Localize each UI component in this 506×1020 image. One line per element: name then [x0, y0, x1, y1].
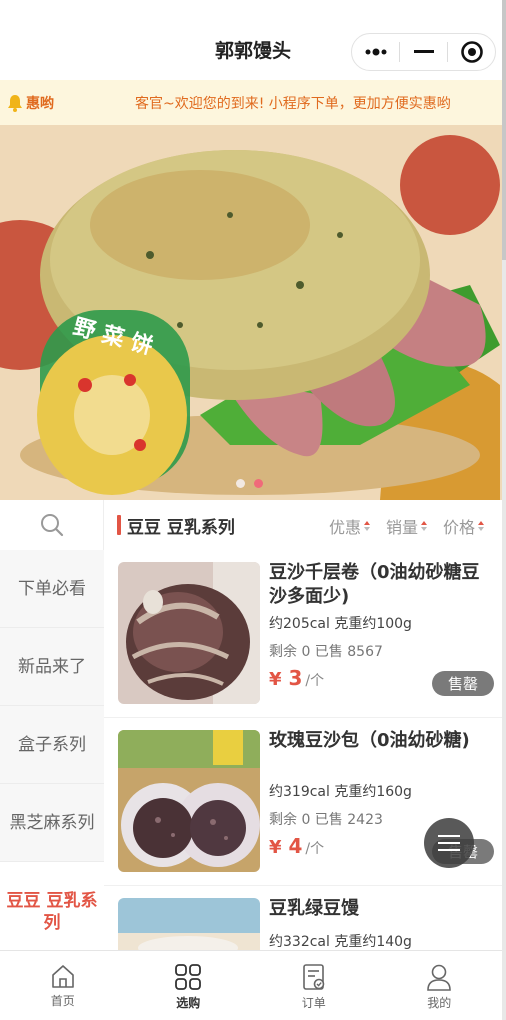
sort-arrows-icon: [363, 521, 370, 531]
price-unit: /个: [305, 673, 325, 689]
sort-options: 优惠 销量 价格: [329, 514, 484, 538]
search-icon: [40, 514, 63, 537]
sort-sales-label: 销量: [385, 518, 418, 537]
carousel-dot-active[interactable]: [254, 479, 263, 488]
product-desc: 约332cal 克重约140g: [269, 934, 412, 950]
product-desc: 约205cal 克重约100g: [269, 616, 412, 632]
sort-discount[interactable]: 优惠: [329, 514, 370, 538]
sort-price-label: 价格: [442, 518, 475, 537]
sort-sales[interactable]: 销量: [386, 514, 427, 538]
product-image: [118, 730, 260, 872]
tab-label: 选购: [176, 996, 201, 1010]
product-desc: 约319cal 克重约160g: [269, 784, 412, 800]
grid-icon: [175, 964, 202, 990]
product-image: [118, 898, 260, 950]
tab-home[interactable]: 首页: [0, 951, 126, 1020]
tab-label: 订单: [301, 996, 326, 1010]
miniprogram-capsule: [351, 33, 496, 71]
tab-label: 首页: [50, 994, 75, 1008]
sidebar-item-bean-soymilk[interactable]: 豆豆 豆乳系列: [0, 862, 104, 952]
notice-label: 惠哟: [26, 95, 54, 112]
tab-orders[interactable]: 订单: [251, 951, 377, 1020]
carousel-dots: [236, 479, 263, 488]
price-currency: ¥: [269, 669, 282, 690]
sort-discount-label: 优惠: [328, 518, 361, 537]
price-value: 3: [288, 666, 303, 690]
more-dots-icon: [365, 48, 386, 56]
sort-price[interactable]: 价格: [443, 514, 484, 538]
sidebar-item-black-sesame[interactable]: 黑芝麻系列: [0, 784, 104, 862]
bell-icon: [8, 94, 22, 112]
product-price: ¥ 4/个: [269, 834, 324, 858]
sidebar-item-order-notice[interactable]: 下单必看: [0, 550, 104, 628]
notice-bar[interactable]: 惠哟 客官~欢迎您的到来! 小程序下单，更加方便实惠哟: [0, 80, 502, 125]
product-image: [118, 562, 260, 704]
sidebar-item-box[interactable]: 盒子系列: [0, 706, 104, 784]
product-name: 玫瑰豆沙包（0油幼砂糖): [269, 730, 470, 751]
category-accent-bar: [117, 515, 121, 535]
banner-carousel[interactable]: 野 菜 饼: [0, 125, 502, 500]
product-stock: 剩余 0 已售 2423: [269, 812, 383, 828]
category-header: 豆豆 豆乳系列 优惠 销量 价格: [104, 500, 502, 550]
scrollbar-thumb[interactable]: [502, 0, 506, 260]
category-sidebar: 下单必看 新品来了 盒子系列 黑芝麻系列 豆豆 豆乳系列: [0, 500, 104, 952]
minimize-icon: [413, 50, 434, 53]
product-stock: 剩余 0 已售 8567: [269, 644, 383, 660]
tab-label: 我的: [427, 996, 452, 1010]
price-value: 4: [288, 834, 303, 858]
product-name: 豆乳绿豆馒: [269, 898, 359, 919]
menu-icon: [438, 835, 460, 851]
close-miniprogram-button[interactable]: [448, 33, 495, 71]
product-card[interactable]: 豆沙千层卷（0油幼砂糖豆沙多面少) 约205cal 克重约100g 剩余 0 已…: [104, 550, 502, 718]
price-unit: /个: [305, 841, 325, 857]
target-close-icon: [460, 41, 483, 63]
more-button[interactable]: [352, 33, 399, 71]
tab-shop[interactable]: 选购: [126, 951, 252, 1020]
sort-arrows-icon: [478, 521, 484, 531]
notice-text: 客官~欢迎您的到来! 小程序下单，更加方便实惠哟: [135, 96, 451, 112]
product-card[interactable]: 豆乳绿豆馒 约332cal 克重约140g: [104, 886, 502, 950]
product-price: ¥ 3/个: [269, 666, 324, 690]
product-name: 豆沙千层卷（0油幼砂糖豆沙多面少): [269, 562, 480, 607]
tab-mine[interactable]: 我的: [377, 951, 503, 1020]
banner-image: 野 菜 饼: [0, 125, 502, 500]
soldout-badge[interactable]: 售罄: [432, 671, 494, 696]
minimize-button[interactable]: [400, 33, 447, 71]
sort-arrows-icon: [420, 521, 427, 531]
nav-header: 郭郭馒头: [0, 0, 506, 80]
order-icon: [302, 964, 325, 990]
sidebar-search[interactable]: [0, 500, 104, 550]
user-icon: [427, 964, 452, 991]
carousel-dot[interactable]: [236, 479, 245, 488]
floating-menu-button[interactable]: [424, 818, 474, 868]
home-icon: [51, 965, 74, 988]
bottom-tabbar: 首页 选购 订单 我的: [0, 950, 502, 1020]
category-title: 豆豆 豆乳系列: [127, 517, 235, 538]
sidebar-item-new[interactable]: 新品来了: [0, 628, 104, 706]
price-currency: ¥: [269, 837, 282, 858]
